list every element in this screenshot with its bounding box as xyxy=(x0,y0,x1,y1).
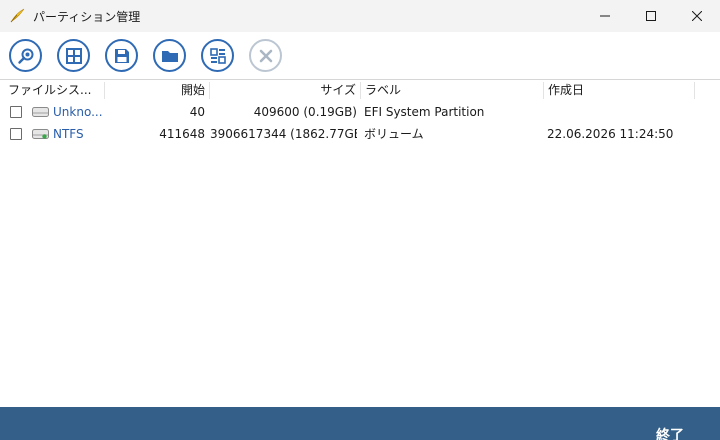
minimize-icon xyxy=(600,15,610,17)
partitions-button[interactable] xyxy=(57,39,90,72)
table-row[interactable]: Unkno... 40 409600 (0.19GB) EFI System P… xyxy=(0,101,720,123)
cell-size: 409600 (0.19GB) xyxy=(253,105,357,119)
title-bar: パーティション管理 xyxy=(0,0,720,32)
window-title: パーティション管理 xyxy=(33,9,141,24)
grid-icon xyxy=(65,47,82,64)
hard-drive-icon xyxy=(32,107,49,117)
disk-map-button[interactable] xyxy=(201,39,234,72)
cell-start: 411648 xyxy=(159,127,205,141)
open-folder-button[interactable] xyxy=(153,39,186,72)
minimize-button[interactable] xyxy=(582,0,628,32)
row-checkbox[interactable] xyxy=(10,106,22,118)
floppy-icon xyxy=(114,48,129,63)
toolbar xyxy=(0,32,720,79)
row-checkbox[interactable] xyxy=(10,128,22,140)
column-header-filesystem[interactable]: ファイルシス... xyxy=(4,80,104,101)
cell-created xyxy=(547,101,694,123)
magnifier-icon xyxy=(17,48,33,64)
x-icon xyxy=(259,49,272,62)
table-header: ファイルシス... 開始 サイズ ラベル 作成日 xyxy=(0,80,720,101)
table-row[interactable]: NTFS 411648 3906617344 (1862.77GB) ボリューム… xyxy=(0,123,720,145)
close-icon xyxy=(692,11,702,21)
window-controls xyxy=(582,0,720,32)
column-header-size[interactable]: サイズ xyxy=(210,80,360,101)
maximize-icon xyxy=(646,11,656,21)
feather-icon xyxy=(9,8,25,24)
exit-button[interactable]: 終了 xyxy=(656,425,684,440)
ntfs-drive-icon xyxy=(32,129,49,139)
cell-filesystem: Unkno... xyxy=(53,105,103,119)
cell-start: 40 xyxy=(189,105,205,119)
save-button[interactable] xyxy=(105,39,138,72)
cell-label: ボリューム xyxy=(364,127,424,141)
cell-size: 3906617344 (1862.77GB) xyxy=(210,127,357,141)
maximize-button[interactable] xyxy=(628,0,674,32)
column-header-created[interactable]: 作成日 xyxy=(544,80,694,101)
cell-label: EFI System Partition xyxy=(364,105,485,119)
footer-bar: 終了 xyxy=(0,407,720,440)
close-button[interactable] xyxy=(674,0,720,32)
disk-map-icon xyxy=(209,47,226,64)
column-header-label[interactable]: ラベル xyxy=(361,80,543,101)
search-button[interactable] xyxy=(9,39,42,72)
column-header-start[interactable]: 開始 xyxy=(105,80,209,101)
cell-filesystem: NTFS xyxy=(53,127,84,141)
folder-icon xyxy=(161,50,178,62)
column-separator[interactable] xyxy=(694,82,695,99)
cell-created: 22.06.2026 11:24:50 xyxy=(547,127,674,141)
delete-button[interactable] xyxy=(249,39,282,72)
